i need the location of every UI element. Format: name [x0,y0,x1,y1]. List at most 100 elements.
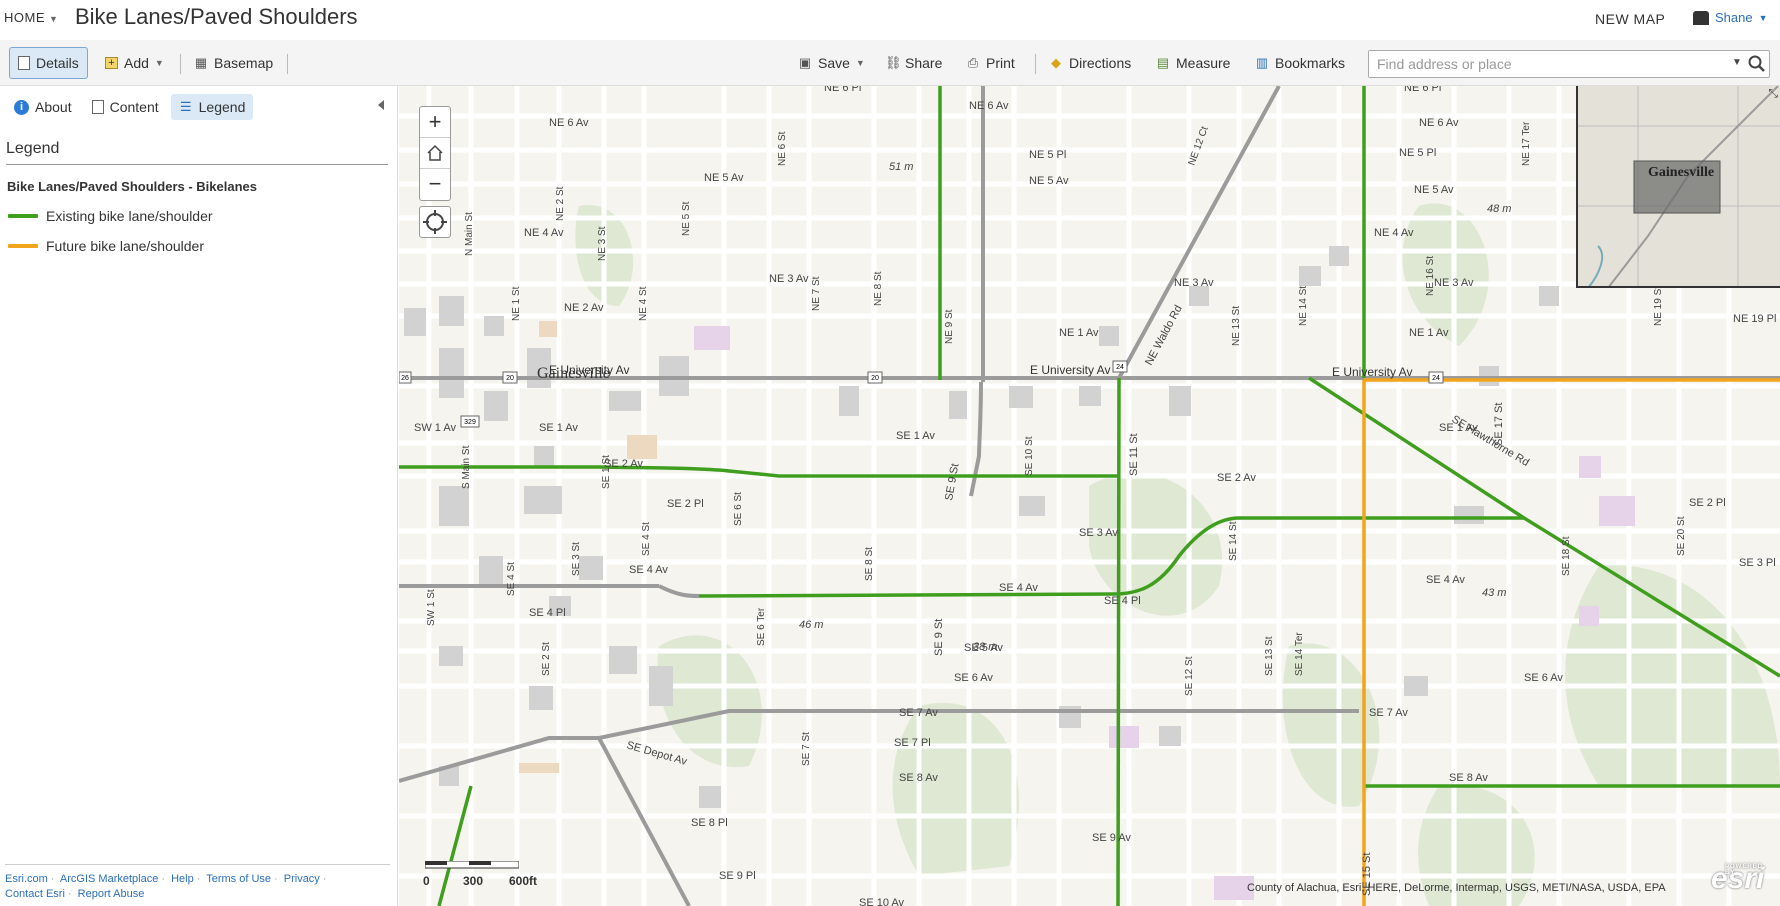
legend-heading: Legend [6,140,388,165]
zoom-in-button[interactable]: + [420,107,450,138]
new-map-button[interactable]: NEW MAP [1595,11,1665,27]
street-label: SE 9 Pl [719,870,756,882]
scale-label: 300 [463,874,484,888]
legend-item: Future bike lane/shoulder [8,238,204,254]
panel-tabs: i About Content ☰ Legend [0,94,257,120]
add-button[interactable]: + Add ▼ [97,47,172,79]
footer-link[interactable]: Esri.com [5,873,48,885]
street-label: E University Av [1332,365,1412,379]
street-label: NE 5 Av [704,172,744,184]
street-label: SE 4 St [641,522,652,556]
street-label: E University Av [1030,363,1110,377]
print-button[interactable]: ⎙ Print [958,47,1023,79]
content-icon [91,100,104,114]
route-shield-label: 20 [871,375,879,382]
basemap-button[interactable]: ▦ Basemap [186,47,281,79]
bookmarks-label: Bookmarks [1275,55,1346,71]
footer-link[interactable]: ArcGIS Marketplace [60,873,158,885]
street-label: NE 5 St [681,201,692,236]
route-shield-label: 20 [506,375,514,382]
collapse-panel-icon[interactable] [378,100,384,110]
tab-content[interactable]: Content [84,94,167,120]
elevation-label: 46 m [799,619,823,631]
share-label: Share [905,55,943,71]
chevron-down-icon: ▼ [1758,12,1768,23]
street-label: NE 4 Av [1374,227,1414,239]
details-button[interactable]: Details [9,47,88,79]
avatar [1693,10,1709,25]
overview-map[interactable]: Gainesville ⤡ [1576,86,1780,288]
home-menu[interactable]: HOME ▼ [4,10,58,25]
footer-links: Esri.com · ArcGIS Marketplace · Help · Term… [5,864,390,902]
measure-button[interactable]: ▤ Measure [1148,47,1238,79]
street-label: SE 7 Av [899,707,938,719]
locate-button[interactable] [419,206,451,238]
details-icon [18,56,30,70]
street-label: SE 6 Ter [756,607,767,646]
search-input[interactable] [1369,51,1719,77]
street-label: NE 6 Av [549,117,589,129]
esri-powered-label: POWERED BY [1725,864,1764,876]
street-label: NE 2 St [555,186,566,221]
street-label: SE 8 Av [899,772,938,784]
route-shield-label: 24 [1116,364,1124,371]
street-label: NE 1 Av [1409,327,1449,339]
directions-label: Directions [1069,55,1132,71]
print-icon: ⎙ [967,55,979,70]
street-label: SE 17 St [1493,403,1505,446]
save-button[interactable]: ▣ Save ▼ [790,47,873,79]
street-label: SE 11 St [1128,433,1140,476]
chevron-down-icon[interactable]: ▼ [1732,57,1742,68]
info-icon: i [14,99,29,115]
route-shield-label: 24 [1432,375,1440,382]
add-label: Add [124,55,149,71]
street-label: NE 6 Av [1419,117,1459,129]
expand-icon[interactable]: ⤡ [1768,86,1778,101]
map-attribution: County of Alachua, Esri, HERE, DeLorme, … [1247,882,1666,894]
footer-link[interactable]: Contact Esri [5,888,65,900]
user-menu[interactable]: Shane ▼ [1693,10,1768,25]
legend-item-label: Future bike lane/shoulder [46,238,204,254]
street-label: NE 3 St [597,226,608,261]
street-label: NE 3 Av [769,273,809,285]
scale-label: 0 [423,874,430,888]
details-label: Details [36,55,79,71]
footer-link[interactable]: Report Abuse [78,888,145,900]
map-view[interactable]: 20 20 24 329 26 24 E University Av E Uni… [399,86,1780,906]
tab-legend[interactable]: ☰ Legend [170,94,254,120]
street-label: SE 1 St [601,455,612,489]
street-label: NE 8 St [873,271,884,306]
street-label: SE 4 Av [629,564,668,576]
footer-divider [5,864,390,865]
zoom-out-button[interactable]: − [420,169,450,200]
directions-button[interactable]: ◆ Directions [1041,47,1139,79]
print-label: Print [986,55,1015,71]
esri-logo[interactable]: POWERED BY esri [1711,862,1764,896]
street-label: SE 7 St [801,732,812,766]
street-label: NE 1 Av [1059,327,1099,339]
legend-swatch [8,244,38,248]
elevation-label: 43 m [1482,587,1506,599]
share-button[interactable]: ⛓ Share [877,47,950,79]
street-label: NE 19 St [1653,286,1664,326]
home-extent-button[interactable] [420,138,450,169]
footer-link[interactable]: Help [171,873,194,885]
elevation-label: 48 m [1487,203,1511,215]
tab-about-label: About [35,99,72,115]
street-label: SW 1 Av [414,422,456,434]
map-title: Bike Lanes/Paved Shoulders [75,4,358,29]
street-label: NE 6 Pl [1404,86,1441,94]
scale-labels: 0 300 600ft [423,874,555,888]
search-icon[interactable] [1747,54,1767,74]
tab-about[interactable]: i About [6,94,80,120]
bookmarks-button[interactable]: ▥ Bookmarks [1247,47,1353,79]
basemap: 20 20 24 329 26 24 E University Av E Uni… [399,86,1780,906]
home-icon [427,144,443,161]
street-label: SE 4 Av [1426,574,1465,586]
legend-icon: ☰ [179,99,192,114]
footer-link[interactable]: Terms of Use [206,873,271,885]
city-label: Gainesville [537,365,610,382]
footer-link[interactable]: Privacy [284,873,320,885]
legend-swatch [8,214,38,218]
street-label: SE 1 Av [539,422,578,434]
